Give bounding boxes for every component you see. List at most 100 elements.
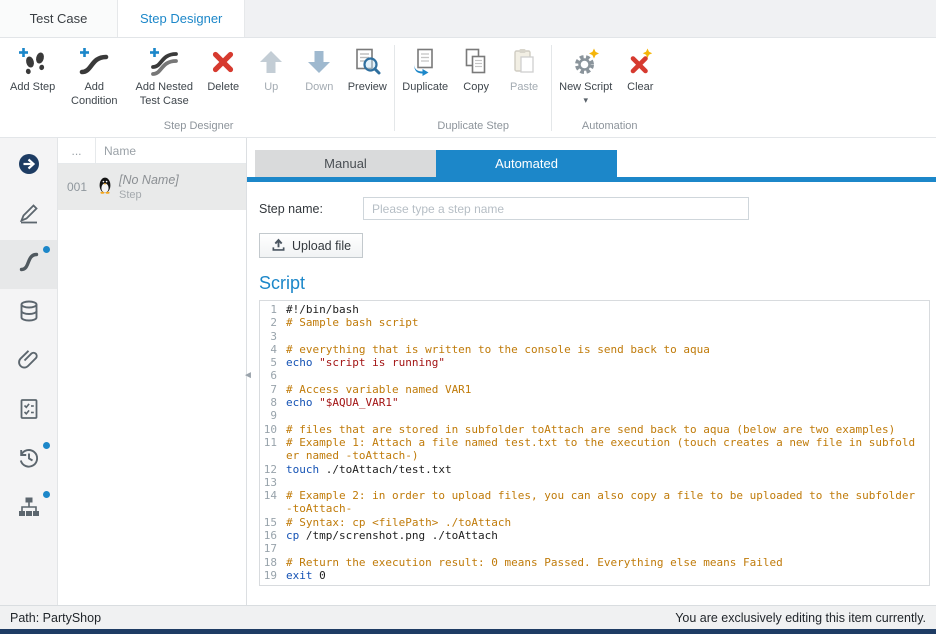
preview-icon xyxy=(352,46,382,78)
line-number: 14 xyxy=(260,489,286,516)
line-code xyxy=(286,369,929,382)
linux-penguin-icon xyxy=(96,177,114,194)
code-line: 19exit 0 xyxy=(260,569,929,582)
line-code: # everything that is written to the cons… xyxy=(286,343,929,356)
step-type: Step xyxy=(119,189,179,201)
step-name: [No Name] xyxy=(119,173,179,187)
down-button[interactable]: Down xyxy=(295,40,343,95)
content-area: ... Name 001 [No Name] xyxy=(0,138,936,605)
line-number: 4 xyxy=(260,343,286,356)
line-number: 5 xyxy=(260,356,286,369)
panel-collapse-handle[interactable]: ◄ xyxy=(243,370,253,381)
sidebar-item-history[interactable] xyxy=(0,436,57,485)
sidebar-item-edit[interactable] xyxy=(0,191,57,240)
line-code: #!/bin/bash xyxy=(286,303,929,316)
steps-column-options[interactable]: ... xyxy=(58,138,96,163)
checklist-icon xyxy=(17,397,41,426)
line-code: # Example 2: in order to upload files, y… xyxy=(286,489,929,516)
sidebar-item-data[interactable] xyxy=(0,289,57,338)
duplicate-label: Duplicate xyxy=(402,81,448,95)
history-icon xyxy=(17,446,41,475)
active-tab-indicator xyxy=(247,177,936,182)
line-code xyxy=(286,542,929,555)
code-line: 2# Sample bash script xyxy=(260,316,929,329)
line-code xyxy=(286,409,929,422)
ribbon-group-label-automation: Automation xyxy=(555,117,664,137)
step-number: 001 xyxy=(58,180,96,194)
add-nested-test-case-icon xyxy=(149,46,179,78)
code-line: 12touch ./toAttach/test.txt xyxy=(260,463,929,476)
upload-file-button[interactable]: Upload file xyxy=(259,233,363,258)
code-line: 10# files that are stored in subfolder t… xyxy=(260,423,929,436)
line-code: # Return the execution result: 0 means P… xyxy=(286,556,929,569)
code-line: 8echo "$AQUA_VAR1" xyxy=(260,396,929,409)
tab-step-designer[interactable]: Step Designer xyxy=(118,0,245,37)
down-arrow-icon xyxy=(304,46,334,78)
up-button[interactable]: Up xyxy=(247,40,295,95)
code-line: 13 xyxy=(260,476,929,489)
line-number: 11 xyxy=(260,436,286,463)
tab-automated[interactable]: Automated xyxy=(436,150,617,177)
add-condition-label: Add Condition xyxy=(63,81,125,109)
sidebar-item-hierarchy[interactable] xyxy=(0,485,57,534)
code-line: 16cp /tmp/screnshot.png ./toAttach xyxy=(260,529,929,542)
steps-list-panel: ... Name 001 [No Name] xyxy=(58,138,247,605)
hierarchy-icon xyxy=(17,495,41,524)
new-script-button[interactable]: New Script ▾ xyxy=(555,40,616,104)
line-number: 8 xyxy=(260,396,286,409)
sidebar-item-checklist[interactable] xyxy=(0,387,57,436)
new-script-icon xyxy=(571,46,601,78)
step-name-input[interactable] xyxy=(363,197,749,220)
script-editor[interactable]: 1#!/bin/bash2# Sample bash script3 4# ev… xyxy=(259,300,930,586)
sidebar-item-attachments[interactable] xyxy=(0,338,57,387)
steps-list-header: ... Name xyxy=(58,138,246,164)
notification-dot xyxy=(43,491,50,498)
delete-label: Delete xyxy=(207,81,239,95)
clear-label: Clear xyxy=(627,81,653,95)
script-heading: Script xyxy=(259,273,936,294)
clear-button[interactable]: Clear xyxy=(616,40,664,95)
line-number: 2 xyxy=(260,316,286,329)
edit-pencil-icon xyxy=(17,201,41,230)
add-step-button[interactable]: Add Step xyxy=(6,40,59,95)
step-name-row: Step name: xyxy=(259,197,936,220)
line-number: 18 xyxy=(260,556,286,569)
ribbon-group-step-designer: Add Step Add Condition xyxy=(6,40,391,137)
add-condition-button[interactable]: Add Condition xyxy=(59,40,129,109)
steps-column-name[interactable]: Name xyxy=(96,144,136,158)
status-path: Path: PartyShop xyxy=(10,611,101,625)
tab-manual[interactable]: Manual xyxy=(255,150,436,177)
paperclip-icon xyxy=(17,348,41,377)
code-line: 15# Syntax: cp <filePath> ./toAttach xyxy=(260,516,929,529)
line-number: 3 xyxy=(260,330,286,343)
up-label: Up xyxy=(264,81,278,95)
copy-button[interactable]: Copy xyxy=(452,40,500,95)
add-nested-test-case-button[interactable]: Add Nested Test Case xyxy=(129,40,199,109)
aqua-step-designer-window: Test Case Step Designer xyxy=(0,0,936,634)
ribbon-group-label-step-designer: Step Designer xyxy=(6,117,391,137)
sidebar-item-overview[interactable] xyxy=(0,142,57,191)
add-condition-icon xyxy=(79,46,109,78)
tab-test-case[interactable]: Test Case xyxy=(0,0,118,37)
line-code: # Access variable named VAR1 xyxy=(286,383,929,396)
paste-button[interactable]: Paste xyxy=(500,40,548,95)
duplicate-button[interactable]: Duplicate xyxy=(398,40,452,95)
copy-icon xyxy=(461,46,491,78)
line-code: echo "script is running" xyxy=(286,356,929,369)
bottom-accent-bar xyxy=(0,629,936,634)
notification-dot xyxy=(43,246,50,253)
sidebar-item-steps[interactable] xyxy=(0,240,57,289)
window-tab-bar: Test Case Step Designer xyxy=(0,0,936,38)
line-code: exit 0 xyxy=(286,569,929,582)
code-line: 6 xyxy=(260,369,929,382)
code-line: 4# everything that is written to the con… xyxy=(260,343,929,356)
line-number: 7 xyxy=(260,383,286,396)
copy-label: Copy xyxy=(463,81,489,95)
line-number: 1 xyxy=(260,303,286,316)
code-line: 3 xyxy=(260,330,929,343)
preview-button[interactable]: Preview xyxy=(343,40,391,95)
line-code: # Sample bash script xyxy=(286,316,929,329)
step-row-001[interactable]: 001 [No Name] Step xyxy=(58,164,246,210)
delete-icon xyxy=(208,46,238,78)
delete-button[interactable]: Delete xyxy=(199,40,247,95)
